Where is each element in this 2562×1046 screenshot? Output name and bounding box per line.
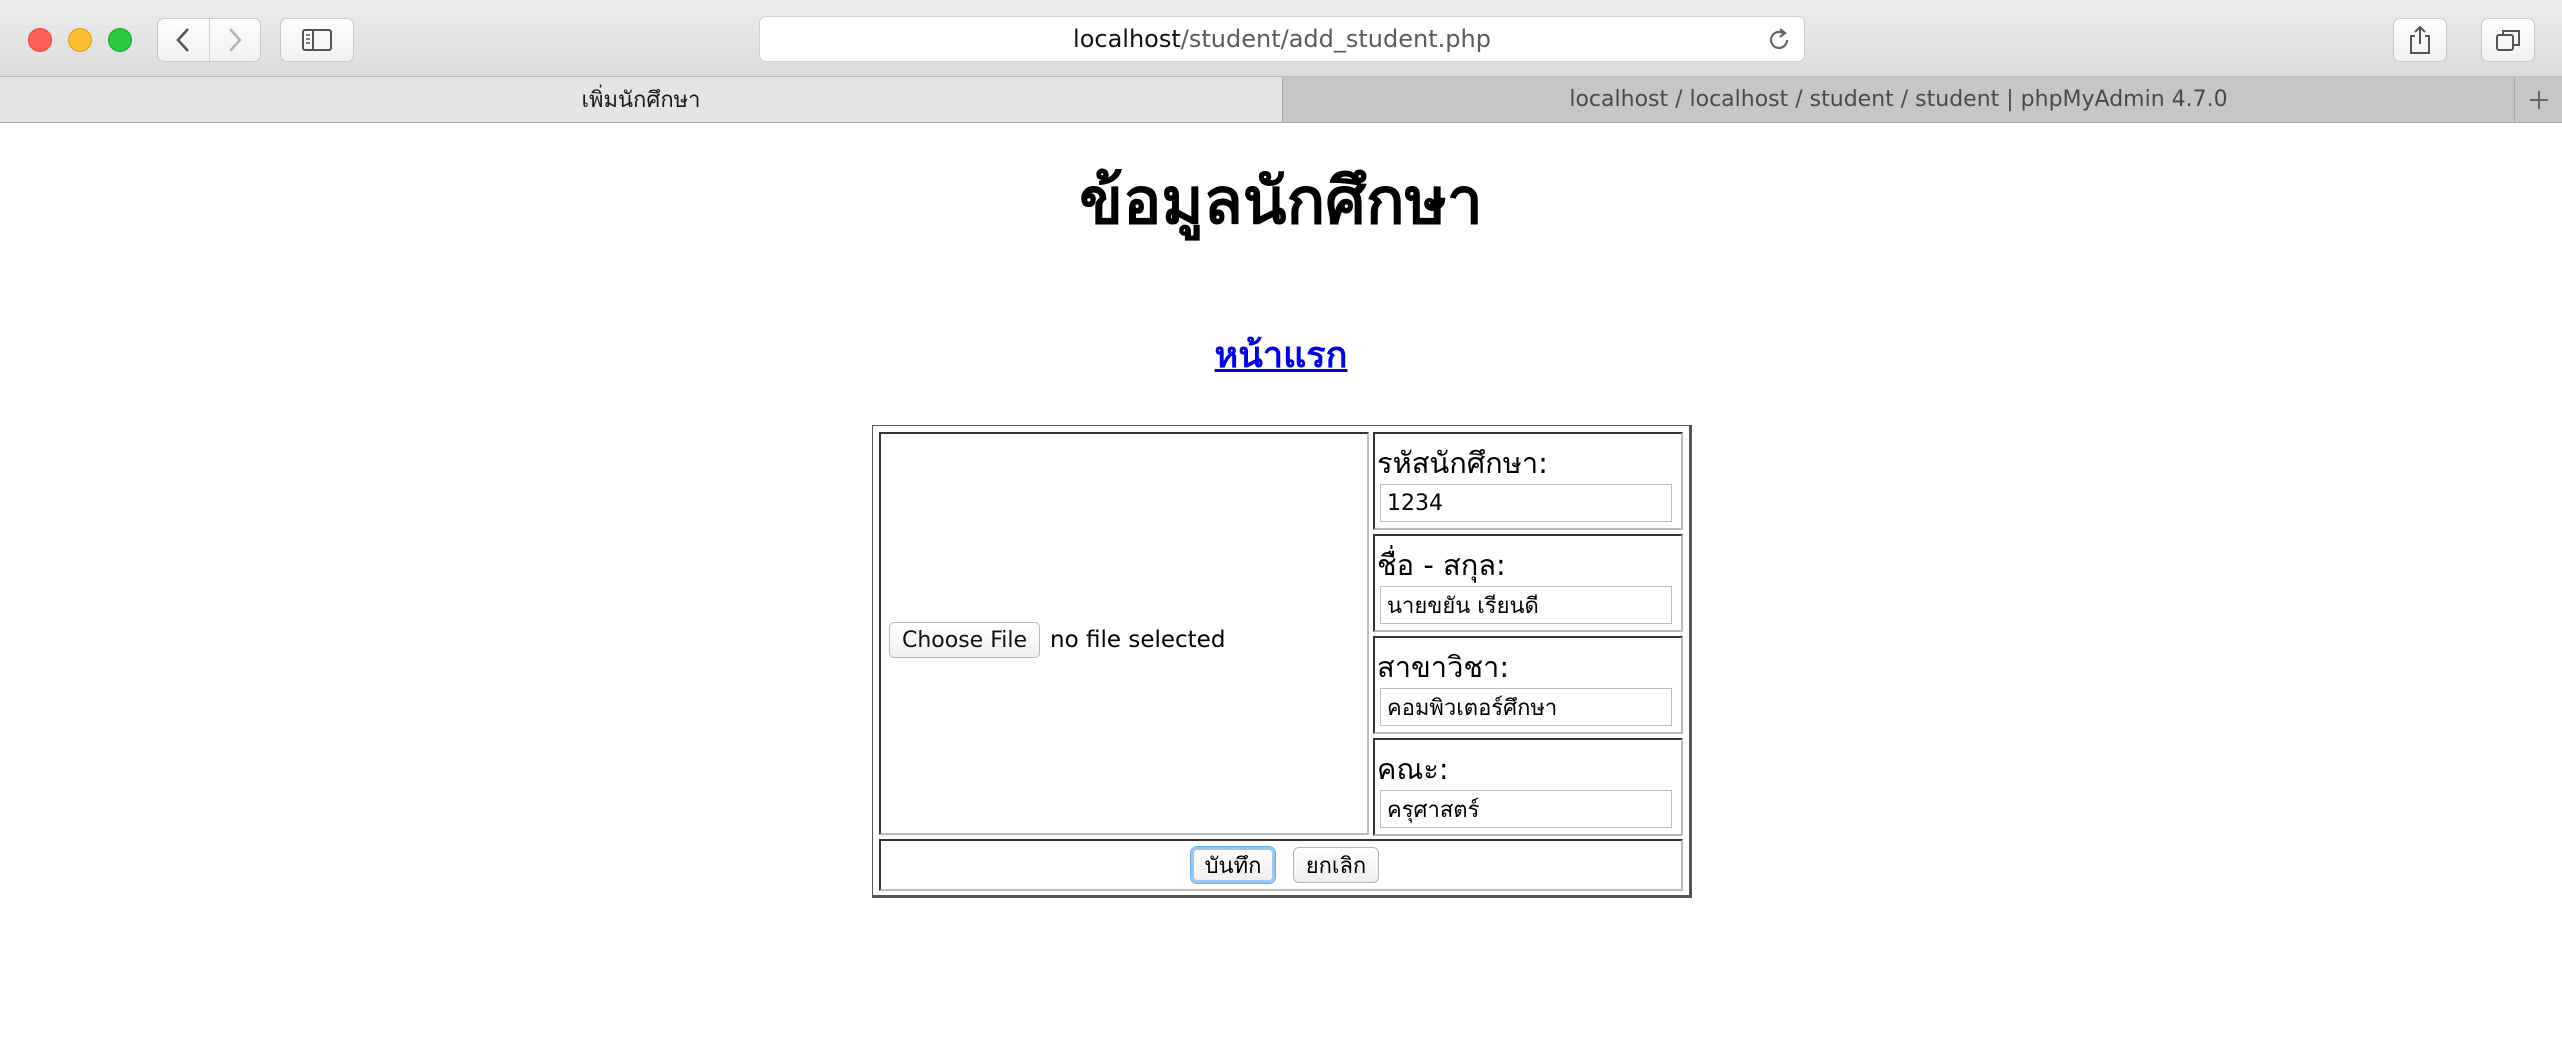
photo-upload-cell: Choose File no file selected <box>879 432 1369 835</box>
home-link[interactable]: หน้าแรก <box>0 338 2562 374</box>
reload-button[interactable] <box>1766 27 1792 59</box>
url-path: /student/add_student.php <box>1180 25 1491 53</box>
major-cell: สาขาวิชา: คอมพิวเตอร์ศึกษา <box>1373 636 1683 734</box>
forward-button[interactable] <box>208 19 261 61</box>
student-id-label: รหัสนักศึกษา: <box>1377 446 1548 480</box>
faculty-cell: คณะ: ครุศาสตร์ <box>1373 738 1683 836</box>
tabs-overview-button[interactable] <box>2481 18 2535 62</box>
file-status-text: no file selected <box>1050 627 1226 653</box>
sidebar-icon <box>302 29 332 51</box>
back-chevron-icon <box>176 28 190 52</box>
forward-chevron-icon <box>228 28 242 52</box>
cancel-button[interactable]: ยกเลิก <box>1293 847 1379 883</box>
major-label: สาขาวิชา: <box>1377 650 1510 684</box>
tab-label: เพิ่มนักศึกษา <box>581 88 701 113</box>
tab-phpmyadmin[interactable]: localhost / localhost / student / studen… <box>1283 77 2515 122</box>
tab-add-student[interactable]: เพิ่มนักศึกษา <box>0 77 1283 122</box>
minimize-window-button[interactable] <box>68 28 92 52</box>
share-button[interactable] <box>2393 18 2447 62</box>
faculty-input[interactable]: ครุศาสตร์ <box>1380 790 1672 828</box>
student-id-cell: รหัสนักศึกษา: 1234 <box>1373 432 1683 530</box>
student-form-table: Choose File no file selected รหัสนักศึกษ… <box>872 425 1692 898</box>
close-window-button[interactable] <box>28 28 52 52</box>
student-id-input[interactable]: 1234 <box>1380 484 1672 522</box>
page-title: ข้อมูลนักศึกษา <box>1079 165 1483 239</box>
full-name-cell: ชื่อ - สกุล: นายขยัน เรียนดี <box>1373 534 1683 632</box>
tab-bar: เพิ่มนักศึกษา localhost / localhost / st… <box>0 77 2562 123</box>
tabs-overview-icon <box>2496 30 2520 51</box>
major-input[interactable]: คอมพิวเตอร์ศึกษา <box>1380 688 1672 726</box>
sidebar-button[interactable] <box>280 18 354 62</box>
choose-file-button[interactable]: Choose File <box>889 622 1041 658</box>
url-host: localhost <box>1073 25 1181 53</box>
browser-toolbar: localhost/student/add_student.php <box>0 0 2562 77</box>
actions-cell: บันทึก ยกเลิก <box>879 839 1683 891</box>
maximize-window-button[interactable] <box>108 28 132 52</box>
share-icon <box>2410 25 2430 54</box>
reload-icon <box>1769 28 1789 49</box>
new-tab-button[interactable] <box>2515 77 2562 122</box>
full-name-label: ชื่อ - สกุล: <box>1377 548 1506 582</box>
back-button[interactable] <box>158 19 209 61</box>
full-name-input[interactable]: นายขยัน เรียนดี <box>1380 586 1672 624</box>
address-bar[interactable]: localhost/student/add_student.php <box>759 16 1805 62</box>
faculty-label: คณะ: <box>1377 752 1449 786</box>
history-nav-group <box>157 18 261 62</box>
save-button[interactable]: บันทึก <box>1191 847 1275 883</box>
file-input[interactable]: Choose File no file selected <box>889 622 1225 658</box>
tab-label: localhost / localhost / student / studen… <box>1569 87 2228 112</box>
plus-icon <box>2529 90 2548 109</box>
